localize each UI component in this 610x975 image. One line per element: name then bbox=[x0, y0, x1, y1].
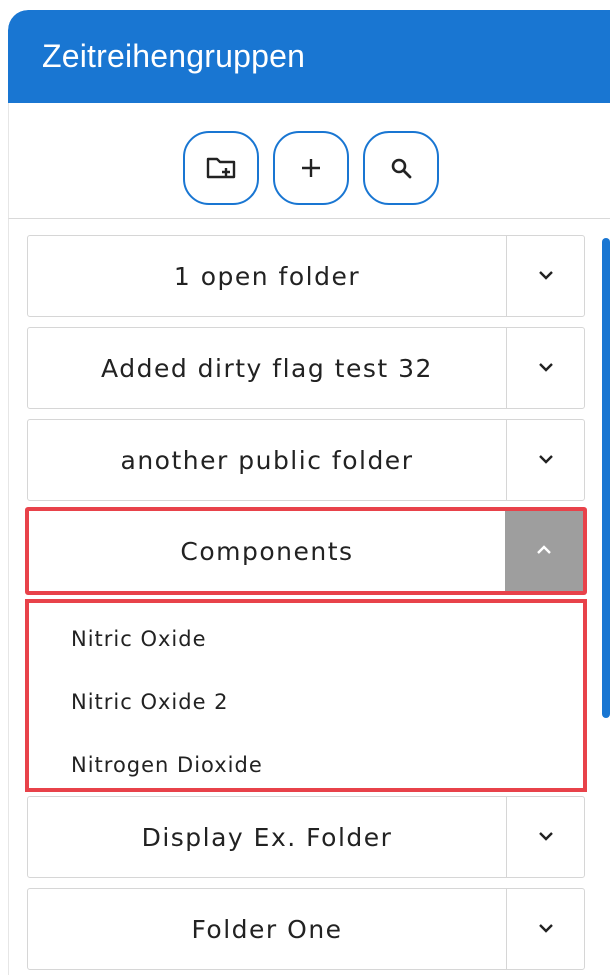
folder-list: 1 open folder Added dirty flag test 32 a… bbox=[8, 219, 610, 975]
folder-label: Display Ex. Folder bbox=[141, 822, 393, 852]
new-folder-icon bbox=[206, 155, 236, 181]
expand-toggle[interactable] bbox=[506, 889, 584, 969]
folder-row[interactable]: Folder One bbox=[27, 888, 585, 970]
scrollbar[interactable] bbox=[602, 238, 610, 718]
chevron-down-icon bbox=[538, 267, 554, 285]
folder-row[interactable]: 1 open folder bbox=[27, 235, 585, 317]
search-icon bbox=[390, 157, 412, 179]
folder-label: Components bbox=[180, 536, 354, 566]
chevron-down-icon bbox=[538, 359, 554, 377]
folder-children: Nitric Oxide Nitric Oxide 2 Nitrogen Dio… bbox=[25, 599, 587, 792]
list-item[interactable]: Nitric Oxide bbox=[71, 627, 207, 651]
folder-label: 1 open folder bbox=[173, 261, 361, 291]
search-button[interactable] bbox=[363, 131, 439, 205]
timeseries-groups-panel: Zeitreihengruppen 1 open folder Added di… bbox=[8, 10, 610, 975]
list-item[interactable]: Nitric Oxide 2 bbox=[71, 690, 229, 714]
folder-label: Added dirty flag test 32 bbox=[101, 353, 433, 383]
chevron-down-icon bbox=[538, 828, 554, 846]
toolbar bbox=[8, 103, 610, 219]
expand-toggle[interactable] bbox=[506, 420, 584, 500]
panel-header: Zeitreihengruppen bbox=[8, 10, 610, 103]
folder-row[interactable]: Display Ex. Folder bbox=[27, 796, 585, 878]
chevron-up-icon bbox=[536, 542, 552, 560]
chevron-down-icon bbox=[538, 920, 554, 938]
panel-title: Zeitreihengruppen bbox=[42, 38, 306, 74]
add-button[interactable] bbox=[273, 131, 349, 205]
chevron-down-icon bbox=[538, 451, 554, 469]
folder-row[interactable]: another public folder bbox=[27, 419, 585, 501]
expand-toggle[interactable] bbox=[506, 797, 584, 877]
list-item[interactable]: Nitrogen Dioxide bbox=[71, 753, 263, 777]
plus-icon bbox=[300, 157, 322, 179]
expand-toggle[interactable] bbox=[506, 236, 584, 316]
folder-row-active[interactable]: Components bbox=[25, 507, 587, 595]
folder-label: Folder One bbox=[191, 914, 343, 944]
new-folder-button[interactable] bbox=[183, 131, 259, 205]
folder-row[interactable]: Added dirty flag test 32 bbox=[27, 327, 585, 409]
expand-toggle[interactable] bbox=[506, 328, 584, 408]
folder-label: another public folder bbox=[120, 445, 414, 475]
collapse-toggle[interactable] bbox=[505, 511, 583, 591]
